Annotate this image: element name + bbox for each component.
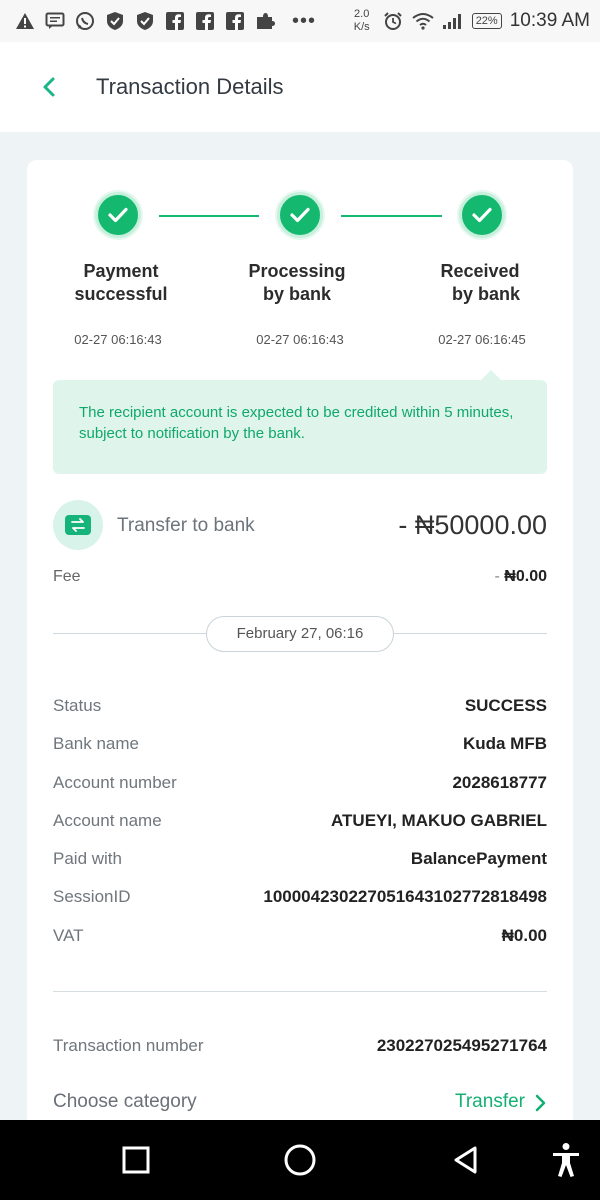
detail-label: Bank name [53, 734, 139, 754]
progress-steps: Payment successful Processing by bank Re… [27, 192, 573, 352]
detail-row-paid-with: Paid with BalancePayment [53, 849, 547, 887]
message-icon [44, 10, 66, 32]
detail-value: ₦0.00 [501, 925, 547, 945]
app-header: Transaction Details [0, 42, 600, 132]
step-connector [159, 215, 259, 217]
signal-icon [442, 10, 464, 32]
puzzle-icon [254, 10, 276, 32]
step-2-label: Processing by bank [227, 260, 367, 306]
detail-value: SUCCESS [464, 696, 547, 715]
transaction-summary: Transfer to bank - ₦50000.00 [53, 500, 547, 552]
shield-icon [134, 10, 156, 32]
choose-category-row[interactable]: Choose category Transfer [53, 1091, 547, 1117]
date-pill: February 27, 06:16 [206, 616, 394, 652]
detail-value: Kuda MFB [462, 734, 547, 754]
fee-sign: - [494, 568, 505, 585]
detail-label: Account name [53, 810, 162, 830]
back-button[interactable] [36, 74, 62, 100]
fee-row: Fee - ₦0.00 [53, 568, 547, 590]
step-1-check-icon [95, 192, 141, 238]
date-divider: February 27, 06:16 [53, 616, 547, 652]
alarm-icon [382, 10, 404, 32]
step-2-check-icon [277, 192, 323, 238]
detail-value: 2028618777 [452, 772, 547, 792]
step-3-label-line1: Received [440, 261, 520, 281]
net-speed-value: 2.0 [354, 8, 370, 20]
facebook-icon [224, 10, 246, 32]
warning-icon [14, 10, 36, 32]
amount-sign: - [398, 510, 415, 540]
step-3-label-line2: by bank [451, 284, 521, 304]
detail-row-account-number: Account number 2028618777 [53, 773, 547, 811]
clock: 10:39 AM [509, 10, 590, 31]
triangle-back-icon [454, 1146, 477, 1174]
net-speed: 2.0 K/s [350, 8, 374, 34]
notice-pointer [481, 370, 501, 380]
transaction-amount: - ₦50000.00 [398, 510, 547, 541]
page-title: Transaction Details [96, 74, 284, 99]
wifi-icon [412, 10, 434, 32]
net-speed-unit: K/s [353, 21, 370, 33]
more-notifications-icon: ••• [292, 9, 317, 32]
shield-icon [104, 10, 126, 32]
facebook-icon [164, 10, 186, 32]
fee-label: Fee [53, 568, 81, 585]
accessibility-button[interactable] [548, 1142, 584, 1178]
transfer-icon [53, 500, 103, 550]
category-label: Choose category [53, 1091, 197, 1112]
detail-label: Status [53, 696, 102, 715]
amount-value: ₦50000.00 [414, 510, 547, 540]
chevron-left-icon [43, 77, 55, 97]
detail-row-bank-name: Bank name Kuda MFB [53, 734, 547, 772]
transaction-number-row: Transaction number 230227025495271764 [53, 1036, 547, 1060]
step-3-label: Received by bank [410, 260, 550, 306]
detail-row-account-name: Account name ATUEYI, MAKUO GABRIEL [53, 811, 547, 849]
step-3-time: 02-27 06:16:45 [438, 332, 526, 347]
detail-label: VAT [53, 925, 84, 945]
credit-notice: The recipient account is expected to be … [53, 370, 547, 474]
detail-row-status: Status SUCCESS [53, 696, 547, 734]
home-button[interactable] [282, 1142, 318, 1178]
recents-button[interactable] [118, 1142, 154, 1178]
detail-row-session-id: SessionID 100004230227051643102772818498 [53, 887, 547, 925]
circle-icon [284, 1144, 316, 1176]
status-bar: ••• 2.0 K/s 22% 10:39 AM [0, 0, 600, 42]
step-2-label-line1: Processing [248, 261, 346, 281]
detail-row-vat: VAT ₦0.00 [53, 926, 547, 964]
transaction-number-value[interactable]: 230227025495271764 [377, 1036, 547, 1056]
step-1-label-line2: successful [74, 284, 168, 304]
notice-text: The recipient account is expected to be … [79, 404, 514, 442]
notification-icons: ••• [14, 10, 316, 33]
section-divider [53, 991, 547, 992]
details-list: Status SUCCESS Bank name Kuda MFB Accoun… [53, 696, 547, 964]
transaction-type: Transfer to bank [117, 515, 255, 536]
step-1-label-line1: Payment [83, 261, 159, 281]
detail-value: ATUEYI, MAKUO GABRIEL [331, 810, 547, 830]
fee-amount: ₦0.00 [504, 568, 547, 585]
detail-value: BalancePayment [410, 849, 547, 869]
step-connector [341, 215, 442, 217]
facebook-icon [194, 10, 216, 32]
detail-value: 100004230227051643102772818498 [263, 887, 547, 907]
chevron-right-icon [535, 1094, 546, 1112]
accessibility-icon [553, 1143, 579, 1177]
step-1-label: Payment successful [51, 260, 191, 306]
square-icon [122, 1146, 150, 1174]
battery-icon: 22% [471, 13, 502, 29]
transaction-card: Payment successful Processing by bank Re… [27, 160, 573, 1140]
whatsapp-icon [74, 10, 96, 32]
transaction-number-label: Transaction number [53, 1036, 204, 1055]
step-3-check-icon [459, 192, 505, 238]
system-nav-bar [0, 1120, 600, 1200]
category-value[interactable]: Transfer [455, 1091, 525, 1113]
fee-value: - ₦0.00 [495, 568, 547, 586]
step-2-label-line2: by bank [262, 284, 332, 304]
back-nav-button[interactable] [448, 1142, 484, 1178]
step-2-time: 02-27 06:16:43 [256, 332, 344, 347]
step-1-time: 02-27 06:16:43 [74, 332, 162, 347]
detail-label: Account number [53, 772, 177, 792]
detail-label: Paid with [53, 849, 122, 869]
detail-label: SessionID [53, 887, 131, 907]
